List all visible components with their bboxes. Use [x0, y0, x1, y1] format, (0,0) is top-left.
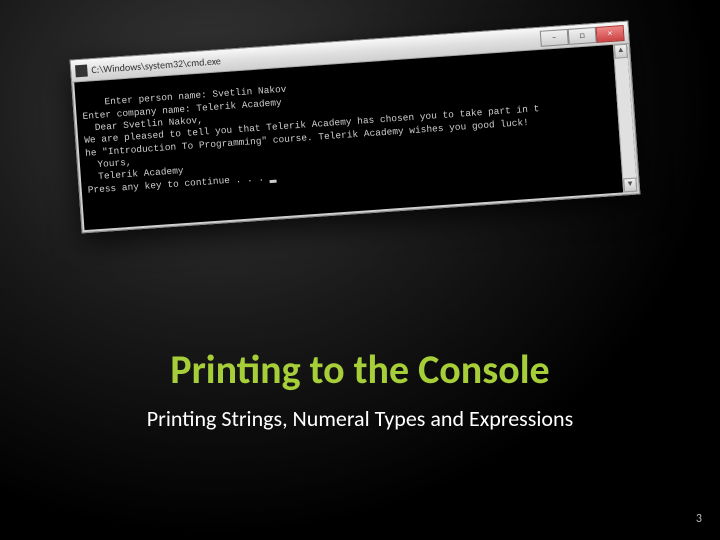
close-button[interactable]: ×: [596, 25, 625, 43]
slide-subtitle: Printing Strings, Numeral Types and Expr…: [0, 405, 720, 432]
vertical-scrollbar[interactable]: ▲ ▼: [613, 44, 637, 193]
scroll-track[interactable]: [615, 58, 636, 179]
page-number: 3: [696, 512, 702, 526]
window-controls: – □ ×: [540, 25, 625, 47]
console-window: C:\Windows\system32\cmd.exe – □ × Enter …: [70, 21, 641, 234]
maximize-button[interactable]: □: [568, 26, 597, 44]
cmd-icon: [75, 64, 88, 77]
scroll-up-button[interactable]: ▲: [614, 44, 628, 59]
minimize-button[interactable]: –: [540, 28, 569, 46]
slide-title: Printing to the Console: [0, 345, 720, 394]
scroll-down-button[interactable]: ▼: [623, 178, 637, 193]
cursor-icon: [270, 180, 277, 183]
